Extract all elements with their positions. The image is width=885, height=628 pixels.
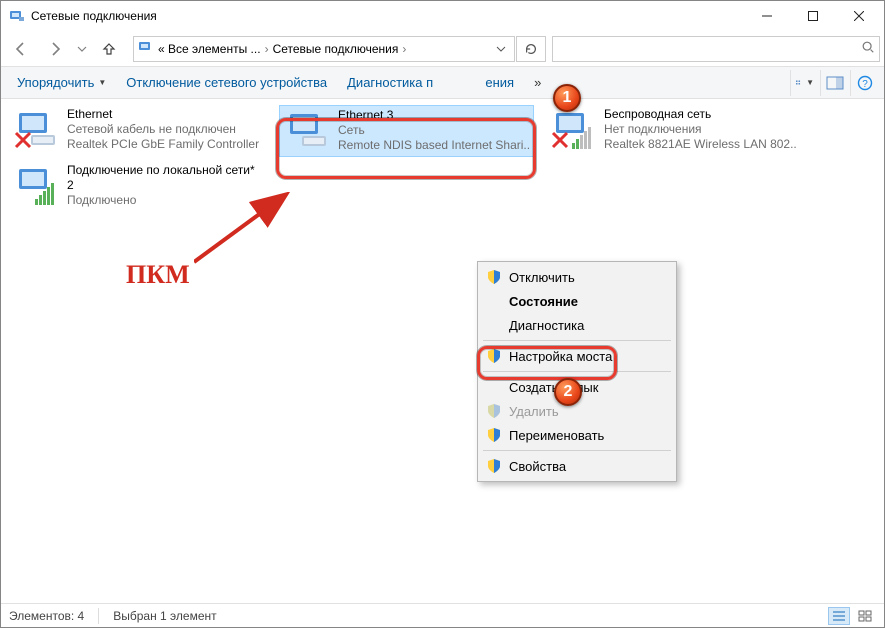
menu-separator (483, 450, 671, 451)
breadcrumb[interactable]: Сетевые подключения (273, 42, 399, 56)
ctx-disable[interactable]: Отключить (481, 265, 673, 289)
recent-locations-button[interactable] (73, 35, 91, 63)
maximize-button[interactable] (790, 1, 836, 31)
menu-separator (483, 371, 671, 372)
network-adapter-icon (13, 107, 61, 155)
context-menu: Отключить Состояние Диагностика Настройк… (477, 261, 677, 482)
chevron-right-icon[interactable]: › (402, 42, 406, 56)
status-separator (98, 608, 99, 624)
minimize-button[interactable] (744, 1, 790, 31)
annotation-bubble-1: 1 (553, 84, 581, 112)
connection-status: Нет подключения (604, 122, 797, 137)
network-adapter-icon (550, 107, 598, 155)
ctx-bridge[interactable]: Настройка моста (481, 344, 673, 368)
back-button[interactable] (5, 35, 37, 63)
network-connections-icon (9, 8, 25, 24)
connection-name: Беспроводная сеть (604, 107, 797, 122)
connection-item-ethernet3[interactable]: Ethernet 3 Сеть Remote NDIS based Intern… (279, 105, 534, 157)
shield-icon (486, 458, 502, 474)
disable-device-button[interactable]: Отключение сетевого устройства (116, 71, 337, 94)
nav-bar: « Все элементы ... › Сетевые подключения… (1, 31, 884, 67)
menu-separator (483, 340, 671, 341)
connection-status: Сетевой кабель не подключен (67, 122, 259, 137)
forward-button[interactable] (39, 35, 71, 63)
annotation-bubble-2: 2 (554, 378, 582, 406)
connection-name: Ethernet (67, 107, 259, 122)
ctx-rename[interactable]: Переименовать (481, 423, 673, 447)
connection-name: Подключение по локальной сети* 2 (67, 163, 260, 193)
window-title: Сетевые подключения (31, 9, 744, 23)
close-button[interactable] (836, 1, 882, 31)
address-bar[interactable]: « Все элементы ... › Сетевые подключения… (133, 36, 515, 62)
breadcrumb[interactable]: « Все элементы ... (158, 42, 261, 56)
connection-device: Realtek PCIe GbE Family Controller (67, 137, 259, 152)
organize-menu[interactable]: Упорядочить ▼ (7, 71, 116, 94)
diagnose-button[interactable]: Диагностика подключения (337, 71, 524, 94)
up-button[interactable] (93, 35, 125, 63)
search-input[interactable] (552, 36, 880, 62)
connection-item-lan2[interactable]: Подключение по локальной сети* 2 Подключ… (9, 161, 264, 213)
shield-icon (486, 348, 502, 364)
status-bar: Элементов: 4 Выбран 1 элемент (1, 603, 884, 627)
help-button[interactable]: ? (850, 70, 878, 96)
shield-icon (486, 269, 502, 285)
ctx-properties[interactable]: Свойства (481, 454, 673, 478)
large-icons-view-button[interactable] (854, 607, 876, 625)
command-bar: Упорядочить ▼ Отключение сетевого устрой… (1, 67, 884, 99)
content-area[interactable]: Ethernet Сетевой кабель не подключен Rea… (1, 99, 884, 603)
connection-device: Realtek 8821AE Wireless LAN 802.... (604, 137, 797, 152)
more-commands-button[interactable]: » (524, 71, 551, 94)
refresh-button[interactable] (516, 36, 546, 62)
network-adapter-icon (284, 108, 332, 154)
chevron-down-icon: ▼ (98, 78, 106, 87)
network-connections-icon (138, 39, 154, 58)
search-icon (861, 40, 875, 57)
preview-pane-button[interactable] (820, 70, 848, 96)
annotation-pkm-label: ПКМ (126, 260, 190, 290)
connection-device: Remote NDIS based Internet Shari... (338, 138, 529, 153)
status-count: Элементов: 4 (9, 609, 84, 623)
connection-status: Подключено (67, 193, 260, 208)
details-view-button[interactable] (828, 607, 850, 625)
ctx-diagnose[interactable]: Диагностика (481, 313, 673, 337)
shield-icon (486, 403, 502, 419)
network-adapter-icon (13, 163, 61, 211)
chevron-right-icon[interactable]: › (265, 42, 269, 56)
titlebar: Сетевые подключения (1, 1, 884, 31)
view-options-button[interactable]: ▼ (790, 70, 818, 96)
address-history-button[interactable] (492, 44, 510, 54)
connection-item-ethernet[interactable]: Ethernet Сетевой кабель не подключен Rea… (9, 105, 264, 157)
connection-name: Ethernet 3 (338, 108, 529, 123)
ctx-status[interactable]: Состояние (481, 289, 673, 313)
svg-text:?: ? (862, 79, 868, 90)
connection-item-wifi[interactable]: Беспроводная сеть Нет подключения Realte… (546, 105, 801, 157)
shield-icon (486, 427, 502, 443)
connection-status: Сеть (338, 123, 529, 138)
status-selected: Выбран 1 элемент (113, 609, 216, 623)
